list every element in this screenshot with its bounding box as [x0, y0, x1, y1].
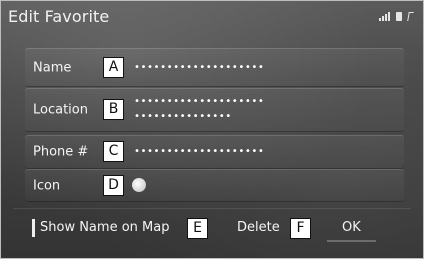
phone-row[interactable]: Phone # C •••••••••••••••••••• — [25, 135, 404, 169]
bluetooth-icon — [407, 12, 414, 21]
phone-value: •••••••••••••••••••• — [134, 146, 265, 157]
location-value-line1: •••••••••••••••••••• — [134, 96, 265, 107]
edit-favorite-screen: Edit Favorite Name A •••••••••••••••••••… — [0, 0, 424, 259]
delete-button[interactable]: Delete — [237, 220, 280, 235]
callout-b: B — [103, 99, 124, 120]
location-label: Location — [33, 102, 88, 118]
callout-a: A — [103, 57, 124, 78]
icon-row[interactable]: Icon D — [25, 169, 404, 202]
callout-e: E — [187, 218, 208, 239]
screen-title: Edit Favorite — [8, 7, 110, 26]
location-value-line2: ••••••••••••••• — [134, 111, 232, 122]
location-row[interactable]: Location B •••••••••••••••••••• ••••••••… — [25, 88, 404, 132]
name-label: Name — [33, 60, 72, 75]
callout-c: C — [103, 141, 124, 162]
name-value: •••••••••••••••••••• — [134, 62, 265, 73]
ok-underline — [327, 240, 376, 242]
callout-d: D — [103, 175, 124, 196]
ok-button[interactable]: OK — [342, 220, 361, 235]
callout-f: F — [290, 218, 311, 239]
battery-icon — [396, 12, 402, 21]
circle-marker-icon — [132, 178, 146, 192]
phone-label: Phone # — [33, 144, 89, 160]
signal-icon — [379, 11, 390, 21]
icon-label: Icon — [33, 178, 61, 193]
show-name-on-map-button[interactable]: Show Name on Map — [40, 220, 169, 235]
status-bar — [379, 11, 414, 21]
show-name-toggle-indicator[interactable] — [32, 219, 35, 237]
bottom-separator — [13, 208, 411, 209]
name-row[interactable]: Name A •••••••••••••••••••• — [25, 48, 404, 87]
